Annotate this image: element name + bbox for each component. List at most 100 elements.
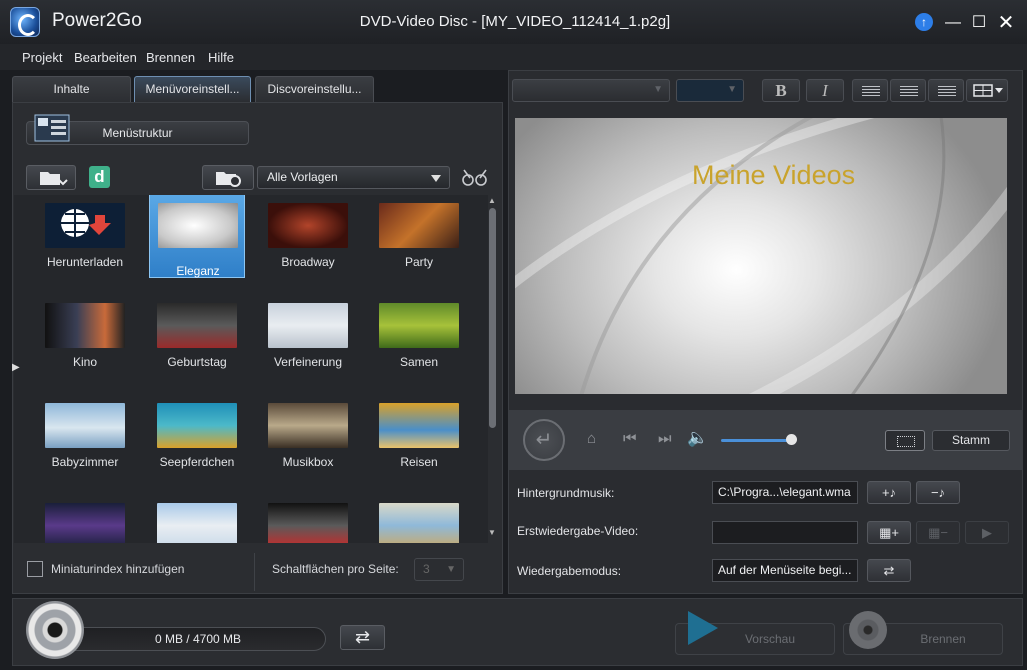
template-tile-15[interactable] xyxy=(258,495,358,543)
template-thumbnail xyxy=(268,503,348,543)
font-size-select[interactable]: ▼ xyxy=(676,79,744,102)
template-tile-herunterladen[interactable]: Herunterladen xyxy=(35,195,135,285)
volume-slider[interactable] xyxy=(721,439,791,442)
play-video-button[interactable]: ▶ xyxy=(965,521,1009,544)
close-button[interactable]: ✕ xyxy=(995,12,1017,34)
template-label: Musikbox xyxy=(282,455,334,469)
bg-music-field[interactable]: C:\Progra...\elegant.wma xyxy=(712,481,858,504)
template-thumbnail xyxy=(268,203,348,248)
template-thumbnail xyxy=(45,303,125,348)
template-label: Seepferdchen xyxy=(159,455,235,469)
align-left-button[interactable] xyxy=(852,79,888,102)
template-tile-13[interactable] xyxy=(35,495,135,543)
preview-menu-title[interactable]: Meine Videos xyxy=(692,160,855,191)
template-thumbnail xyxy=(157,303,237,348)
add-music-button[interactable]: +♪ xyxy=(867,481,911,504)
previous-icon[interactable]: ⏮ xyxy=(623,430,637,447)
volume-slider-handle[interactable] xyxy=(786,434,797,445)
return-icon[interactable]: ↵ xyxy=(523,419,565,461)
app-logo-icon xyxy=(10,7,40,37)
template-thumbnail xyxy=(268,303,348,348)
safe-area-button[interactable] xyxy=(885,430,925,451)
menu-projekt[interactable]: Projekt xyxy=(22,50,62,65)
download-globe-icon xyxy=(45,203,125,248)
align-center-icon xyxy=(900,86,918,96)
template-settings-button[interactable] xyxy=(202,165,254,190)
template-tile-broadway[interactable]: Broadway xyxy=(258,195,358,285)
template-filter-value: Alle Vorlagen xyxy=(267,170,338,184)
template-tile-babyzimmer[interactable]: Babyzimmer xyxy=(35,395,135,485)
template-thumbnail xyxy=(45,503,125,543)
align-right-button[interactable] xyxy=(928,79,964,102)
bg-music-label: Hintergrundmusik: xyxy=(517,486,615,500)
template-label: Reisen xyxy=(400,455,438,469)
tab-disc-presets[interactable]: Discvoreinstellu... xyxy=(255,76,374,102)
template-thumbnail xyxy=(379,203,459,248)
playback-mode-button[interactable]: ⇄ xyxy=(867,559,911,582)
template-tile-reisen[interactable]: Reisen xyxy=(369,395,469,485)
update-arrow-icon[interactable]: ↑ xyxy=(915,13,933,31)
directorzone-d-icon[interactable]: d xyxy=(89,166,110,188)
thumbnail-index-checkbox[interactable] xyxy=(27,561,43,577)
italic-button[interactable]: I xyxy=(806,79,844,102)
share-icon[interactable] xyxy=(460,166,490,188)
template-tile-16[interactable] xyxy=(369,495,469,543)
root-menu-button[interactable]: Stamm xyxy=(932,430,1010,451)
template-label: Party xyxy=(404,255,433,269)
scroll-down-icon[interactable]: ▼ xyxy=(487,528,497,537)
playback-mode-field[interactable]: Auf der Menüseite begi... xyxy=(712,559,858,582)
template-tile-samen[interactable]: Samen xyxy=(369,295,469,385)
chevron-down-icon xyxy=(431,175,441,182)
template-tile-geburtstag[interactable]: Geburtstag xyxy=(147,295,247,385)
first-play-label: Erstwiedergabe-Video: xyxy=(517,524,639,538)
template-label: Verfeinerung xyxy=(273,355,343,369)
folder-gear-icon xyxy=(216,172,241,187)
chevron-down-icon: ▼ xyxy=(727,84,737,95)
scroll-up-icon[interactable]: ▲ xyxy=(487,196,497,205)
first-play-field[interactable] xyxy=(712,521,858,544)
template-filter-select[interactable]: Alle Vorlagen xyxy=(257,166,450,189)
template-tile-14[interactable] xyxy=(147,495,247,543)
tab-inhalte[interactable]: Inhalte xyxy=(12,76,131,102)
menu-brennen[interactable]: Brennen xyxy=(146,50,195,65)
bold-button[interactable]: B xyxy=(762,79,800,102)
menu-bearbeiten[interactable]: Bearbeiten xyxy=(74,50,137,65)
add-video-button[interactable]: ▦+ xyxy=(867,521,911,544)
import-folder-button[interactable] xyxy=(26,165,76,190)
menu-structure-icon xyxy=(34,114,70,142)
buttons-per-page-select[interactable]: 3 ▼ xyxy=(414,558,464,581)
maximize-button[interactable]: ☐ xyxy=(968,12,990,34)
template-tile-musikbox[interactable]: Musikbox xyxy=(258,395,358,485)
font-family-select[interactable]: ▼ xyxy=(512,79,670,102)
align-left-icon xyxy=(862,86,880,96)
thumbnail-index-label: Miniaturindex hinzufügen xyxy=(51,562,185,576)
scrollbar-thumb[interactable] xyxy=(489,208,496,428)
layout-button[interactable] xyxy=(966,79,1008,102)
template-label: Broadway xyxy=(281,255,335,269)
align-right-icon xyxy=(938,86,956,96)
template-thumbnail xyxy=(158,203,238,248)
next-icon[interactable]: ⏭ xyxy=(658,430,672,447)
template-tile-party[interactable]: Party xyxy=(369,195,469,285)
disc-capacity-bar: 0 MB / 4700 MB xyxy=(70,627,326,651)
home-icon[interactable]: ⌂ xyxy=(587,430,596,447)
template-tile-eleganz[interactable]: Eleganz xyxy=(149,195,245,278)
collapse-panel-icon[interactable]: ▶ xyxy=(12,362,20,373)
tab-menu-presets[interactable]: Menüvoreinstell... xyxy=(134,76,251,102)
document-title: DVD-Video Disc - [MY_VIDEO_112414_1.p2g] xyxy=(359,13,671,30)
minimize-button[interactable]: — xyxy=(942,12,964,34)
app-title: Power2Go xyxy=(52,10,142,31)
template-thumbnail xyxy=(379,503,459,543)
playback-mode-label: Wiedergabemodus: xyxy=(517,564,622,578)
template-tile-seepferdchen[interactable]: Seepferdchen xyxy=(147,395,247,485)
template-tile-kino[interactable]: Kino xyxy=(35,295,135,385)
template-tile-verfeinerung[interactable]: Verfeinerung xyxy=(258,295,358,385)
volume-icon[interactable]: 🔈 xyxy=(687,428,708,448)
remove-music-button[interactable]: −♪ xyxy=(916,481,960,504)
remove-video-button[interactable]: ▦− xyxy=(916,521,960,544)
template-thumbnail xyxy=(157,503,237,543)
template-grid: Herunterladen Eleganz Broadway Party Kin… xyxy=(14,195,488,543)
menu-hilfe[interactable]: Hilfe xyxy=(208,50,234,65)
align-center-button[interactable] xyxy=(890,79,926,102)
swap-disc-button[interactable]: ⇄ xyxy=(340,625,385,650)
